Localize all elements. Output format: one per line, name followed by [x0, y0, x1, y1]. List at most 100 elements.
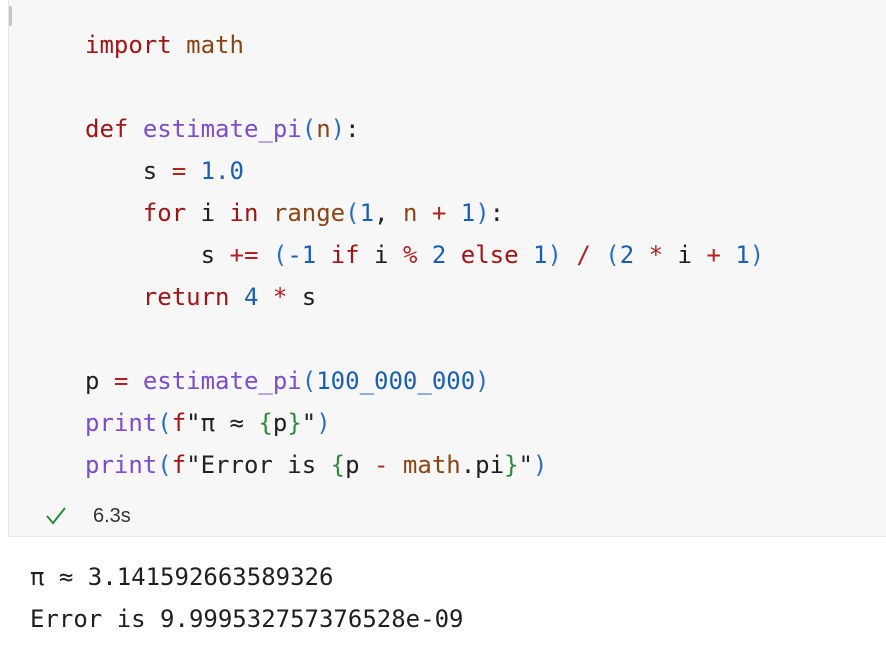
- code-token: 1: [735, 241, 750, 269]
- code-editor[interactable]: import math def estimate_pi(n): s = 1.0 f…: [85, 24, 764, 486]
- code-line: s = 1.0: [85, 150, 764, 192]
- code-token: print: [85, 451, 158, 479]
- code-token: =: [113, 367, 129, 395]
- code-cell[interactable]: import math def estimate_pi(n): s = 1.0 f…: [8, 0, 886, 537]
- code-token: 1: [533, 241, 548, 269]
- code-token: :: [489, 199, 505, 227]
- output-line: π ≈ 3.141592663589326: [30, 563, 334, 591]
- code-line: for i in range(1, n + 1):: [85, 192, 764, 234]
- code-token: i: [663, 241, 707, 269]
- code-token: *: [648, 241, 664, 269]
- code-token: ): [475, 367, 490, 395]
- code-token: ": [518, 451, 533, 479]
- code-token: (: [345, 199, 360, 227]
- code-line: import math: [85, 24, 764, 66]
- code-token: if: [330, 241, 360, 269]
- code-line: print(f"π ≈ {p}"): [85, 402, 764, 444]
- code-token: p: [345, 451, 375, 479]
- code-token: "Error is: [186, 451, 331, 479]
- code-token: ): [316, 409, 331, 437]
- code-token: %: [402, 241, 418, 269]
- code-token: (: [301, 367, 317, 395]
- code-token: else: [460, 241, 519, 269]
- code-token: p: [85, 367, 114, 395]
- cell-output: π ≈ 3.141592663589326 Error is 9.99953275…: [30, 556, 463, 640]
- code-token: math: [402, 451, 461, 479]
- code-token: ): [475, 199, 490, 227]
- code-token: -1: [287, 241, 317, 269]
- code-token: i: [359, 241, 403, 269]
- cell-focus-marker: [9, 6, 12, 26]
- code-token: ": [301, 409, 317, 437]
- code-token: math: [186, 31, 244, 59]
- code-line: return 4 * s: [85, 276, 764, 318]
- code-token: /: [576, 241, 591, 269]
- code-token: }: [504, 451, 519, 479]
- code-line: p = estimate_pi(100_000_000): [85, 360, 764, 402]
- code-token: +: [431, 199, 447, 227]
- code-token: :: [345, 115, 360, 143]
- code-token: ): [749, 241, 765, 269]
- code-token: 2: [431, 241, 447, 269]
- code-token: p: [272, 409, 288, 437]
- code-token: (: [157, 451, 172, 479]
- code-token: ): [330, 115, 346, 143]
- code-token: *: [272, 283, 288, 311]
- code-token: estimate_pi: [142, 367, 302, 395]
- code-token: 2: [619, 241, 635, 269]
- code-token: .pi: [460, 451, 505, 479]
- code-token: import: [85, 31, 172, 59]
- code-token: s: [85, 157, 172, 185]
- code-token: s: [287, 283, 317, 311]
- code-token: (: [157, 409, 172, 437]
- code-token: estimate_pi: [142, 115, 302, 143]
- code-token: 1.0: [200, 157, 244, 185]
- code-token: "π ≈: [186, 409, 259, 437]
- code-token: }: [287, 409, 302, 437]
- code-token: s: [85, 241, 230, 269]
- code-token: =: [171, 157, 187, 185]
- code-token: +: [706, 241, 721, 269]
- code-token: 100_000_000: [316, 367, 476, 395]
- code-token: 1: [359, 199, 375, 227]
- code-token: def: [85, 115, 129, 143]
- output-line: Error is 9.999532757376528e-09: [30, 605, 464, 633]
- code-line: def estimate_pi(n):: [85, 108, 764, 150]
- code-token: return: [142, 283, 230, 311]
- code-token: ): [547, 241, 562, 269]
- code-token: (: [605, 241, 620, 269]
- code-token: i: [186, 199, 230, 227]
- code-token: 1: [460, 199, 476, 227]
- code-token: n: [402, 199, 418, 227]
- code-token: (: [272, 241, 288, 269]
- code-token: ): [532, 451, 548, 479]
- cell-status-bar: 6.3s: [45, 500, 131, 532]
- code-token: {: [258, 409, 273, 437]
- code-token: range: [272, 199, 346, 227]
- code-token: ,: [374, 199, 403, 227]
- code-token: -: [374, 451, 389, 479]
- code-token: (: [301, 115, 317, 143]
- code-token: f: [171, 451, 187, 479]
- check-icon: [46, 507, 66, 525]
